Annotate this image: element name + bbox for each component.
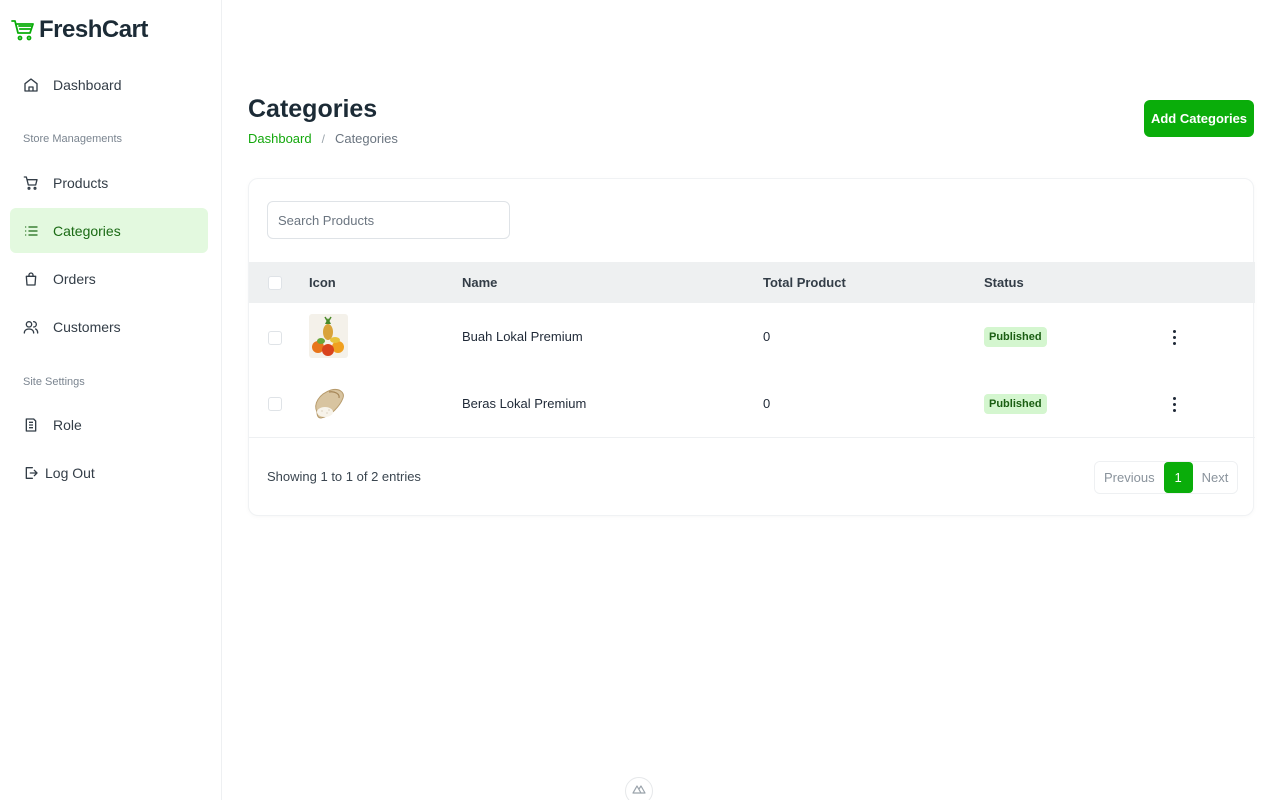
category-name: Beras Lokal Premium	[462, 396, 587, 411]
column-header-status: Status	[984, 275, 1024, 290]
table-row: Buah Lokal Premium 0 Published	[249, 303, 1255, 370]
sidebar-item-customers[interactable]: Customers	[10, 304, 208, 349]
cart-logo-icon	[11, 18, 35, 42]
row-checkbox[interactable]	[268, 331, 282, 345]
breadcrumb: Dashboard / Categories	[248, 131, 398, 146]
select-all-checkbox[interactable]	[268, 276, 282, 290]
status-badge: Published	[984, 394, 1047, 414]
brand-logo[interactable]: FreshCart	[11, 16, 148, 44]
column-header-name: Name	[462, 275, 498, 290]
sidebar-item-logout[interactable]: Log Out	[10, 450, 208, 495]
breadcrumb-current: Categories	[334, 131, 398, 146]
pagination-next[interactable]: Next	[1192, 462, 1238, 493]
sidebar-item-products[interactable]: Products	[10, 160, 208, 205]
entries-summary: Showing 1 to 1 of 2 entries	[267, 469, 421, 484]
pagination-page-1[interactable]: 1	[1163, 462, 1193, 493]
sidebar-item-label: Products	[53, 174, 109, 191]
pagination: Previous 1 Next	[1094, 461, 1239, 494]
sidebar-item-dashboard[interactable]: Dashboard	[10, 62, 208, 107]
sidebar-item-label: Log Out	[45, 464, 95, 481]
sidebar-item-orders[interactable]: Orders	[10, 256, 208, 301]
categories-card: Icon Name Total Product Status	[248, 178, 1255, 516]
column-header-total-product: Total Product	[763, 275, 846, 290]
more-options-icon[interactable]	[1166, 327, 1182, 347]
section-label-site: Site Settings	[23, 376, 85, 388]
breadcrumb-link-dashboard[interactable]: Dashboard	[248, 131, 312, 146]
rice-sack-image	[309, 382, 348, 426]
search-input[interactable]	[267, 201, 510, 239]
add-categories-button[interactable]: Add Categories	[1144, 100, 1254, 137]
home-icon	[23, 77, 39, 93]
pagination-previous[interactable]: Previous	[1095, 462, 1164, 493]
more-options-icon[interactable]	[1166, 394, 1182, 414]
document-icon	[23, 417, 39, 433]
column-header-icon: Icon	[309, 275, 336, 290]
table-footer-divider	[249, 437, 1255, 438]
sidebar-item-label: Categories	[53, 222, 121, 239]
fruit-basket-image	[309, 314, 348, 358]
total-product: 0	[763, 396, 771, 411]
section-label-store: Store Managements	[23, 133, 123, 145]
main-content: Categories Dashboard / Categories Add Ca…	[222, 0, 1280, 800]
category-name: Buah Lokal Premium	[462, 329, 583, 344]
table-header: Icon Name Total Product Status	[249, 262, 1255, 303]
sidebar-item-label: Role	[53, 416, 82, 433]
sidebar-item-label: Orders	[53, 270, 96, 287]
shopping-bag-icon	[23, 271, 39, 287]
table-row: Beras Lokal Premium 0 Published	[249, 370, 1255, 437]
logout-icon	[23, 465, 39, 481]
brand-name: FreshCart	[39, 16, 148, 43]
users-icon	[23, 319, 39, 335]
page-title: Categories	[248, 95, 378, 123]
row-checkbox[interactable]	[268, 397, 282, 411]
sidebar-item-label: Dashboard	[53, 76, 122, 93]
list-icon	[23, 223, 39, 239]
status-badge: Published	[984, 327, 1047, 347]
devtools-toggle-icon[interactable]	[625, 777, 653, 800]
sidebar: FreshCart Dashboard Store Managements Pr…	[0, 0, 222, 800]
sidebar-item-categories[interactable]: Categories	[10, 208, 208, 253]
cart-icon	[23, 175, 39, 191]
total-product: 0	[763, 329, 771, 344]
sidebar-item-role[interactable]: Role	[10, 402, 208, 447]
sidebar-item-label: Customers	[53, 318, 121, 335]
breadcrumb-separator: /	[321, 131, 325, 146]
